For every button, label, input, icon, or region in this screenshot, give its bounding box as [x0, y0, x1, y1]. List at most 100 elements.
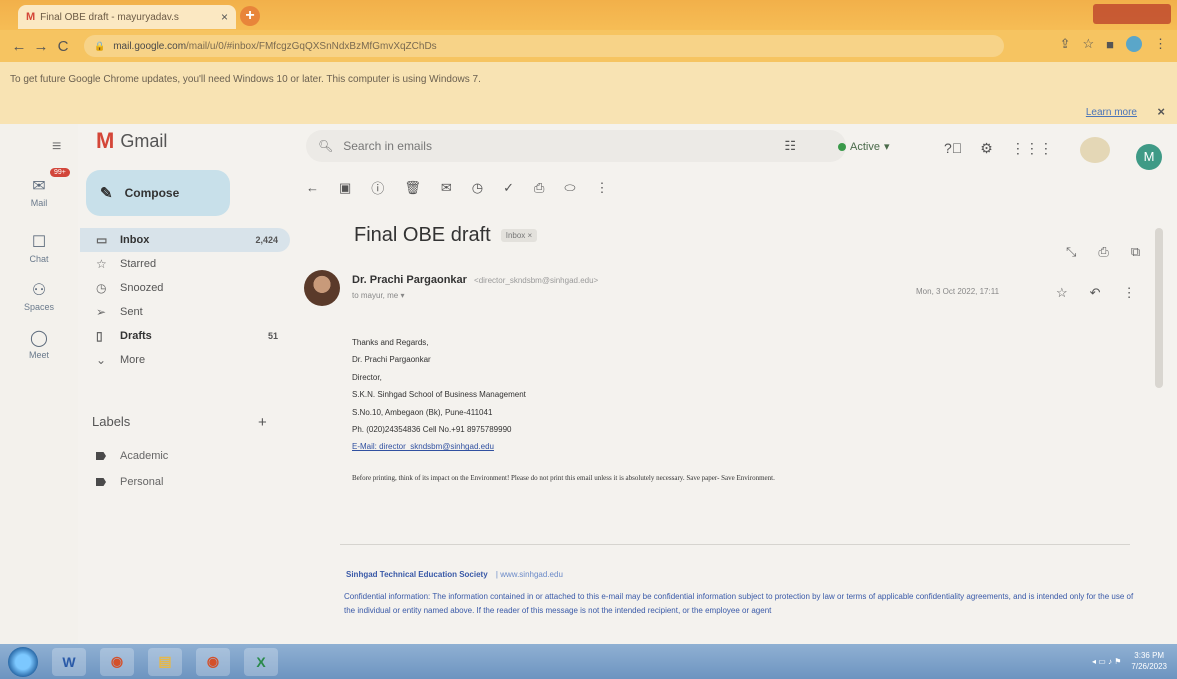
rail-item-chat[interactable]: ☐ Chat	[0, 232, 78, 264]
bookmark-star-icon[interactable]: ☆	[1082, 36, 1094, 52]
account-avatar[interactable]: M	[1136, 144, 1162, 170]
back-button[interactable]: ←	[8, 38, 30, 55]
message-date: Mon, 3 Oct 2022, 17:11	[916, 287, 1000, 296]
chevron-down-icon: ▾	[883, 141, 890, 153]
search-bar[interactable]: 🔍︎ Search in emails ☷	[306, 130, 846, 162]
excel-app-icon[interactable]: X	[244, 647, 278, 676]
profile-icon[interactable]	[1126, 36, 1142, 52]
clock-date: 7/26/2023	[1131, 662, 1167, 671]
nav-item-sent[interactable]: ➢ Sent	[80, 300, 290, 324]
report-spam-icon[interactable]: ⓘ	[371, 178, 384, 197]
nav-label: Sent	[120, 306, 143, 318]
learn-more-link[interactable]: Learn more	[1086, 107, 1137, 118]
label-name: Academic	[120, 450, 169, 462]
word-app-icon[interactable]: W	[52, 647, 86, 676]
spaces-icon: ⚇	[31, 282, 47, 299]
chrome-app-icon[interactable]: ◉	[100, 647, 134, 676]
recipients[interactable]: to mayur, me ▾	[352, 291, 404, 300]
chrome-app-icon[interactable]: ◉	[196, 647, 230, 676]
snooze-icon[interactable]: ◷	[472, 180, 483, 196]
nav-item-more[interactable]: ⌄ More	[80, 348, 290, 372]
reply-icon[interactable]: ↶	[1090, 285, 1101, 301]
delete-icon[interactable]: 🗑︎	[404, 180, 421, 196]
open-new-window-icon[interactable]: ⧉	[1131, 244, 1140, 260]
url-field[interactable]: 🔒 mail.google.com /mail/u/0/#inbox/FMfcg…	[84, 35, 1004, 57]
file-explorer-icon[interactable]: ▤	[148, 647, 182, 676]
signature-line: Dr. Prachi Pargaonkar	[352, 355, 431, 365]
add-task-icon[interactable]: ✓	[503, 180, 514, 196]
status-selector[interactable]: Active ▾	[838, 140, 890, 153]
subject-text: Final OBE draft	[354, 224, 491, 246]
clock[interactable]: 3:36 PM 7/26/2023	[1131, 650, 1167, 672]
sender-name[interactable]: Dr. Prachi Pargaonkar	[352, 274, 467, 286]
archive-icon[interactable]: ▣	[339, 180, 351, 196]
rail-label: Meet	[28, 350, 49, 360]
share-icon[interactable]: ⇪	[1060, 36, 1071, 52]
label-item-academic[interactable]: Academic	[96, 450, 168, 462]
footer-divider	[340, 544, 1130, 545]
window-controls[interactable]	[1093, 4, 1171, 24]
tray-icons[interactable]: ◂ ▭ ♪ ⚑	[1092, 657, 1121, 666]
tab-close-icon[interactable]: ×	[221, 10, 228, 24]
message-subject: Final OBE draft Inbox ×	[354, 224, 538, 247]
signature-email-link[interactable]: E-Mail: director_skndsbm@sinhgad.edu	[352, 438, 526, 455]
rail-item-spaces[interactable]: ⚇ Spaces	[0, 280, 78, 312]
scrollbar[interactable]	[1155, 228, 1163, 388]
reload-button[interactable]: C	[52, 38, 74, 55]
inbox-label-chip[interactable]: Inbox ×	[500, 229, 538, 242]
settings-gear-icon[interactable]: ⚙	[980, 140, 993, 157]
infobar-message: To get future Google Chrome updates, you…	[10, 74, 481, 85]
search-icon[interactable]: 🔍︎	[318, 139, 333, 153]
signature-line: Director,	[352, 372, 382, 382]
society-website-link[interactable]: | www.sinhgad.edu	[496, 570, 563, 579]
status-label: Active	[850, 140, 880, 153]
browser-menu-icon[interactable]: ⋮	[1154, 36, 1167, 52]
rail-label: Mail	[30, 198, 48, 208]
nav-item-starred[interactable]: ☆ Starred	[80, 252, 290, 276]
move-to-icon[interactable]: ⎙	[534, 180, 544, 196]
mark-unread-icon[interactable]: ✉	[441, 180, 452, 196]
main-menu-icon[interactable]: ≡	[52, 138, 61, 156]
forward-button[interactable]: →	[30, 38, 52, 55]
nav-count: 51	[267, 331, 278, 341]
more-options-icon[interactable]: ⋮	[1123, 285, 1136, 301]
compose-button[interactable]: ✎ Compose	[86, 170, 230, 216]
label-item-personal[interactable]: Personal	[96, 476, 163, 488]
add-label-button[interactable]: +	[258, 414, 267, 431]
start-button[interactable]	[8, 646, 38, 677]
extension-icon[interactable]: ■	[1106, 37, 1114, 52]
tab-title: Final OBE draft - mayuryadav.s	[40, 11, 179, 23]
app-name: Gmail	[120, 130, 168, 151]
gmail-logo[interactable]: M Gmail	[96, 128, 167, 154]
label-tag-icon	[96, 478, 106, 486]
nav-item-drafts[interactable]: ▯ Drafts 51	[80, 324, 290, 348]
nav-label: Snoozed	[120, 282, 164, 294]
label-icon[interactable]: ⬭	[564, 180, 575, 196]
society-name[interactable]: Sinhgad Technical Education Society	[346, 570, 488, 579]
star-icon[interactable]: ☆	[1056, 285, 1068, 301]
gmail-m-icon: M	[96, 128, 115, 153]
search-input[interactable]: Search in emails	[343, 139, 432, 153]
rail-item-mail[interactable]: 99+ ✉ Mail	[0, 168, 78, 208]
print-icon[interactable]: ⎙	[1098, 244, 1108, 260]
nav-label: More	[120, 354, 146, 366]
organization-logo[interactable]	[1080, 137, 1110, 163]
help-icon[interactable]: ?⃝	[944, 140, 962, 157]
lock-icon: 🔒	[94, 40, 106, 51]
collapse-icon[interactable]: ⤡	[1066, 244, 1076, 260]
infobar-close-icon[interactable]: ×	[1157, 104, 1165, 119]
sender-avatar[interactable]	[304, 270, 340, 306]
system-tray: ◂ ▭ ♪ ⚑ 3:36 PM 7/26/2023	[1092, 650, 1167, 672]
apps-grid-icon[interactable]: ⋮⋮⋮	[1011, 140, 1053, 157]
print-environment-note: Before printing, think of its impact on …	[352, 474, 775, 482]
label-tag-icon	[96, 452, 106, 460]
more-options-icon[interactable]: ⋮	[596, 180, 609, 196]
search-options-icon[interactable]: ☷	[784, 138, 796, 154]
nav-item-snoozed[interactable]: ◷ Snoozed	[80, 276, 290, 300]
browser-tab-bar: M Final OBE draft - mayuryadav.s × +	[0, 0, 1177, 30]
rail-item-meet[interactable]: ◯ Meet	[0, 328, 78, 360]
back-arrow-icon[interactable]: ←	[306, 180, 319, 195]
nav-item-inbox[interactable]: ▭ Inbox 2,424	[80, 228, 290, 252]
new-tab-button[interactable]: +	[240, 6, 260, 26]
browser-tab-gmail[interactable]: M Final OBE draft - mayuryadav.s ×	[18, 5, 236, 29]
